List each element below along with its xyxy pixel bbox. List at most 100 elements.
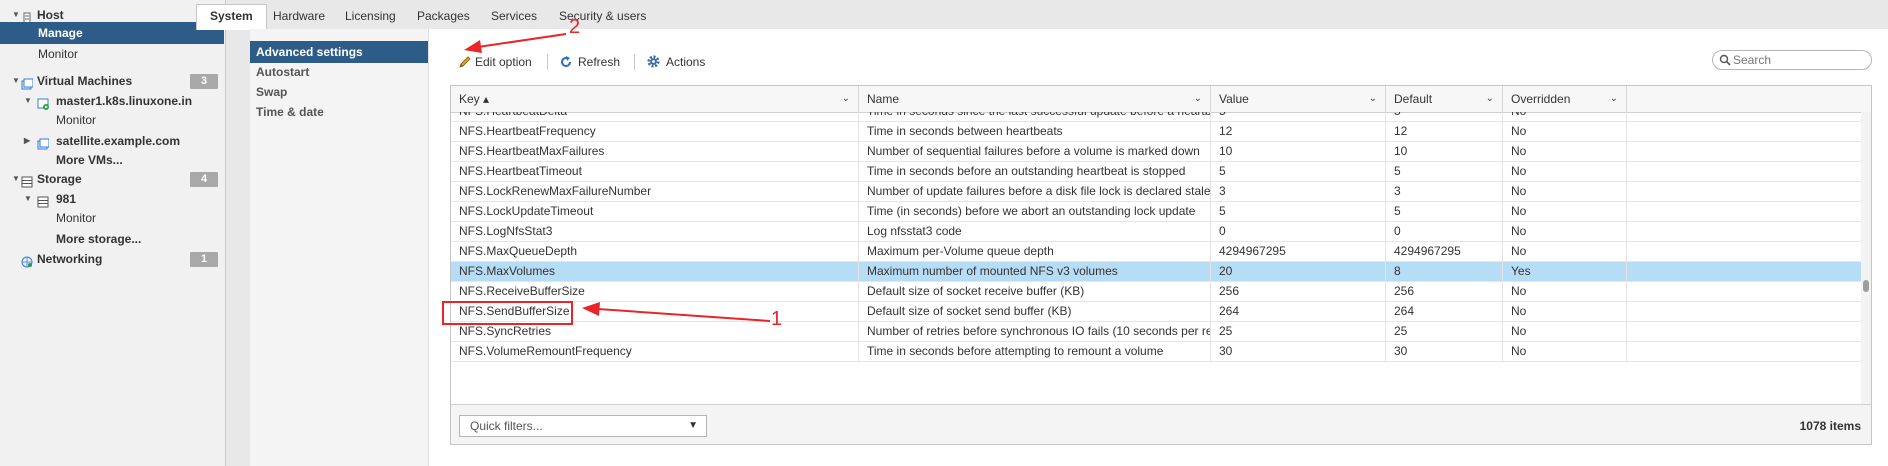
tab-security-users[interactable]: Security & users (543, 5, 662, 28)
submenu-item-autostart[interactable]: Autostart (250, 61, 428, 83)
cell-default: 5 (1386, 112, 1503, 122)
cell-overridden: No (1503, 162, 1627, 182)
table-row[interactable]: NFS.VolumeRemountFrequency Time in second… (451, 342, 1861, 362)
cell-overridden: No (1503, 122, 1627, 142)
cell-default: 30 (1386, 342, 1503, 362)
cell-name: Default size of socket send buffer (KB) (859, 302, 1211, 322)
host-icon (21, 9, 33, 24)
table-row[interactable]: NFS.MaxQueueDepth Maximum per-Volume queu… (451, 242, 1861, 262)
cell-value: 10 (1211, 142, 1386, 162)
nav-item-label: Virtual Machines (37, 74, 133, 88)
chevron-down-icon[interactable]: ⌄ (1486, 86, 1494, 112)
column-header-default[interactable]: Default ⌄ (1386, 86, 1503, 112)
chevron-down-icon[interactable]: ⌄ (1369, 86, 1377, 112)
tab-licensing[interactable]: Licensing (329, 5, 412, 28)
table-row[interactable]: NFS.MaxVolumes Maximum number of mounted … (451, 262, 1861, 282)
grid-header: Key ▴ ⌄ Name ⌄ Value ⌄ Default ⌄ Overridden ⌄ (451, 86, 1871, 113)
table-row[interactable]: NFS.SendBufferSize Default size of socket… (451, 302, 1861, 322)
nav-item-storage[interactable]: ▼ Storage 4 (0, 168, 224, 190)
cell-value: 256 (1211, 282, 1386, 302)
tab-packages[interactable]: Packages (401, 5, 486, 28)
advanced-settings-grid: Key ▴ ⌄ Name ⌄ Value ⌄ Default ⌄ Overridden ⌄ NFS… (450, 85, 1872, 445)
search-input[interactable] (1733, 52, 1863, 68)
highlight-box (442, 301, 573, 325)
column-header-overridden[interactable]: Overridden ⌄ (1503, 86, 1627, 112)
table-row[interactable]: NFS.HeartbeatMaxFailures Number of sequen… (451, 142, 1861, 162)
submenu-item-time-date[interactable]: Time & date (250, 101, 428, 123)
cell-default: 264 (1386, 302, 1503, 322)
chevron-down-icon[interactable]: ⌄ (842, 86, 850, 112)
cell-key: NFS.HeartbeatFrequency (451, 122, 859, 142)
table-row[interactable]: NFS.HeartbeatTimeout Time in seconds befo… (451, 162, 1861, 182)
column-header-key[interactable]: Key ▴ ⌄ (451, 86, 859, 112)
cell-name: Number of retries before synchronous IO … (859, 322, 1211, 342)
tab-bar: System Hardware Licensing Packages Services S… (196, 0, 1888, 30)
nav-item-more-storage[interactable]: More storage... (0, 228, 224, 250)
search-box[interactable] (1712, 50, 1872, 70)
nav-item-manage[interactable]: Manage (0, 22, 224, 44)
table-row[interactable]: NFS.HeartbeatFrequency Time in seconds be… (451, 122, 1861, 142)
cell-value: 25 (1211, 322, 1386, 342)
cell-name: Number of update failures before a disk … (859, 182, 1211, 202)
system-submenu: Advanced settings Autostart Swap Time & dat… (250, 29, 429, 466)
cell-default: 4294967295 (1386, 242, 1503, 262)
cell-key: NFS.MaxVolumes (451, 262, 859, 282)
annotation-label-1: 1 (771, 308, 783, 330)
cell-value: 30 (1211, 342, 1386, 362)
nav-item-virtual-machines[interactable]: ▼ Virtual Machines 3 (0, 70, 224, 92)
cell-key: NFS.HeartbeatTimeout (451, 162, 859, 182)
cell-value: 5 (1211, 112, 1386, 122)
nav-item-label: Monitor (56, 113, 97, 127)
cell-name: Number of sequential failures before a v… (859, 142, 1211, 162)
refresh-label: Refresh (578, 55, 621, 69)
grid-footer: Quick filters... ▼ 1078 items (451, 404, 1871, 444)
cell-key: NFS.LockRenewMaxFailureNumber (451, 182, 859, 202)
nav-item-label: Storage (37, 172, 82, 186)
table-row[interactable]: NFS.LockUpdateTimeout Time (in seconds) b… (451, 202, 1861, 222)
cell-value: 5 (1211, 162, 1386, 182)
cell-overridden: No (1503, 182, 1627, 202)
vertical-scrollbar[interactable] (1861, 112, 1871, 404)
scrollbar-thumb[interactable] (1863, 280, 1869, 292)
cell-key: NFS.HeartbeatDelta (451, 112, 859, 122)
cell-value: 3 (1211, 182, 1386, 202)
cell-name: Time in seconds before attempting to rem… (859, 342, 1211, 362)
cell-name: Maximum number of mounted NFS v3 volumes (859, 262, 1211, 282)
chevron-down-icon[interactable]: ⌄ (1610, 86, 1618, 112)
cell-key: NFS.SyncRetries (451, 322, 859, 342)
cell-value: 264 (1211, 302, 1386, 322)
gear-icon (647, 55, 660, 68)
table-row[interactable]: NFS.LogNfsStat3 Log nfsstat3 code 0 0 No (451, 222, 1861, 242)
caret-down-icon[interactable]: ▼ (12, 70, 20, 92)
search-icon (1719, 54, 1731, 66)
table-row[interactable]: NFS.LockRenewMaxFailureNumber Number of u… (451, 182, 1861, 202)
submenu-item-swap[interactable]: Swap (250, 81, 428, 103)
cell-key: NFS.HeartbeatMaxFailures (451, 142, 859, 162)
nav-item-monitor[interactable]: Monitor (0, 207, 224, 229)
nav-item-label: More storage... (56, 232, 142, 246)
grid-body: NFS.HeartbeatDeltaTime in seconds since … (451, 112, 1871, 404)
cell-key: NFS.VolumeRemountFrequency (451, 342, 859, 362)
quick-filters-dropdown[interactable]: Quick filters... ▼ (459, 415, 707, 437)
chevron-down-icon[interactable]: ⌄ (1194, 86, 1202, 112)
column-header-name[interactable]: Name ⌄ (859, 86, 1211, 112)
toolbar-separator (634, 54, 635, 70)
count-badge: 1 (190, 252, 218, 267)
nav-item-networking[interactable]: Networking 1 (0, 248, 224, 270)
cell-value: 12 (1211, 122, 1386, 142)
cell-default: 256 (1386, 282, 1503, 302)
table-row[interactable]: NFS.ReceiveBufferSize Default size of soc… (451, 282, 1861, 302)
table-row[interactable]: NFS.HeartbeatDeltaTime in seconds since … (451, 112, 1861, 122)
refresh-icon (561, 56, 571, 67)
nav-item-monitor[interactable]: Monitor (0, 43, 224, 65)
cell-overridden: No (1503, 302, 1627, 322)
table-row[interactable]: NFS.SyncRetries Number of retries before … (451, 322, 1861, 342)
tab-services[interactable]: Services (475, 5, 553, 28)
nav-item-monitor[interactable]: Monitor (0, 109, 224, 131)
submenu-item-advanced-settings[interactable]: Advanced settings (250, 41, 428, 63)
count-badge: 3 (190, 74, 218, 89)
caret-down-icon[interactable]: ▼ (12, 168, 20, 190)
item-count: 1078 items (1799, 419, 1861, 433)
cell-name: Time in seconds between heartbeats (859, 122, 1211, 142)
column-header-value[interactable]: Value ⌄ (1211, 86, 1386, 112)
